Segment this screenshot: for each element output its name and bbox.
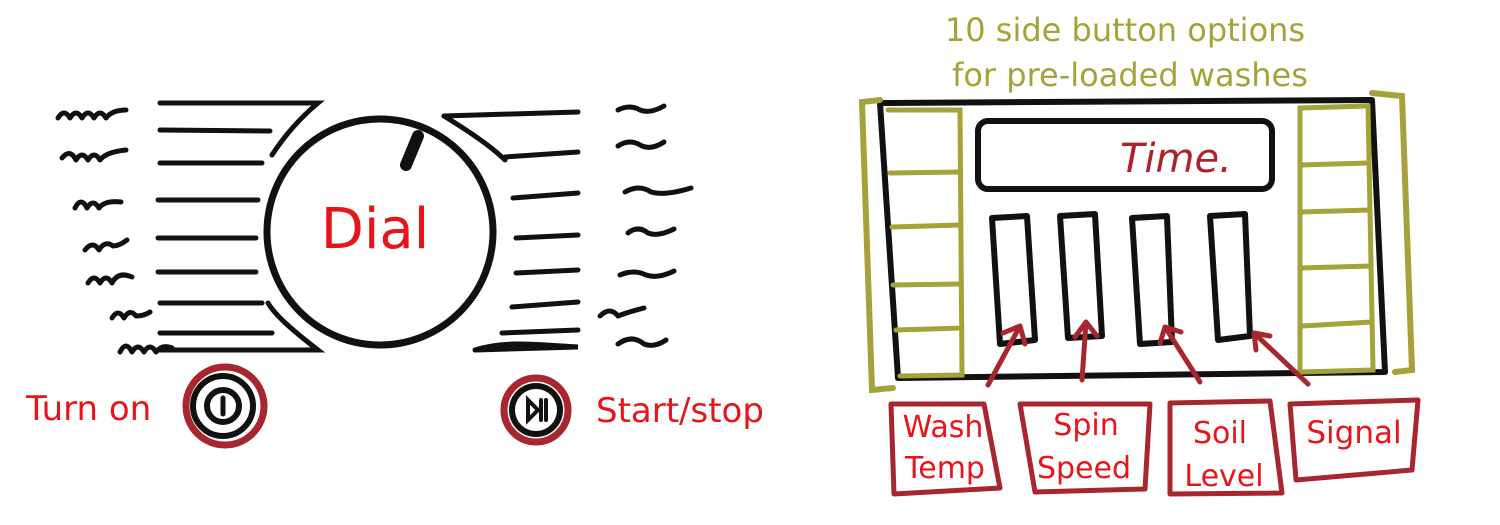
setting-sliders [989, 211, 1253, 347]
dial-left-setting-lines [155, 100, 326, 353]
spin-speed-label-line1: Spin [1053, 408, 1118, 443]
time-display-label: Time. [1120, 136, 1232, 182]
signal-label: Signal [1306, 415, 1401, 451]
wash-temp-label-line2: Temp [904, 451, 985, 486]
side-buttons-title-line2: for pre-loaded washes [952, 56, 1308, 94]
soil-level-label-line1: Soil [1193, 416, 1247, 451]
side-button-divider [887, 169, 963, 176]
right-setting-squiggles [597, 103, 694, 348]
right-control-panel: 10 side button options for pre-loaded wa… [858, 11, 1421, 497]
dial-pointer [400, 130, 424, 171]
wash-temp-label-line1: Wash [903, 410, 984, 445]
spin-speed-slider[interactable] [1057, 211, 1105, 341]
start-stop-button[interactable] [500, 374, 572, 446]
dial-label: Dial [321, 197, 430, 262]
wash-temp-slider[interactable] [989, 213, 1038, 347]
soil-level-label-line2: Level [1184, 459, 1263, 494]
left-setting-squiggles [55, 107, 175, 355]
turn-on-label: Turn on [25, 389, 151, 429]
signal-slider[interactable] [1207, 211, 1253, 343]
start-stop-label: Start/stop [596, 391, 764, 431]
spin-speed-label-line2: Speed [1037, 451, 1131, 486]
left-control-panel: Dial Turn on Start/stop [25, 100, 764, 449]
side-buttons-title-line1: 10 side button options [945, 11, 1305, 49]
dial-right-setting-lines [441, 109, 581, 353]
right-side-buttons[interactable] [1302, 110, 1370, 370]
power-button[interactable] [182, 363, 268, 449]
washer-control-sketch: Dial Turn on Start/stop 10 side button o… [25, 11, 1421, 497]
left-side-buttons[interactable] [893, 112, 963, 374]
